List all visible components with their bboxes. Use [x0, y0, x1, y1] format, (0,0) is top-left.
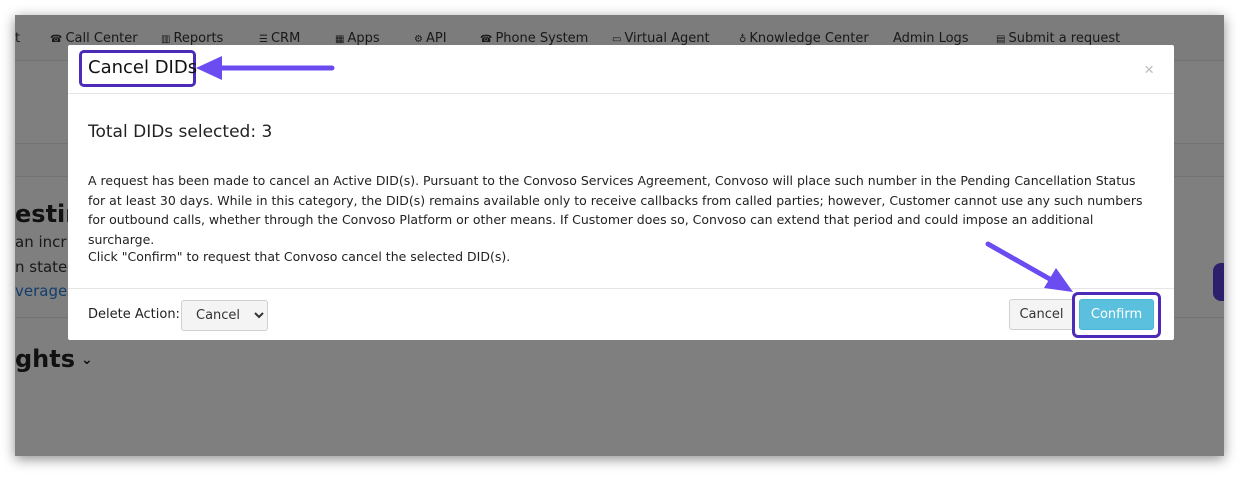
confirm-arrow-icon: [985, 241, 1073, 292]
title-arrow-icon: [196, 56, 335, 80]
annotation-arrows: [196, 56, 1073, 292]
